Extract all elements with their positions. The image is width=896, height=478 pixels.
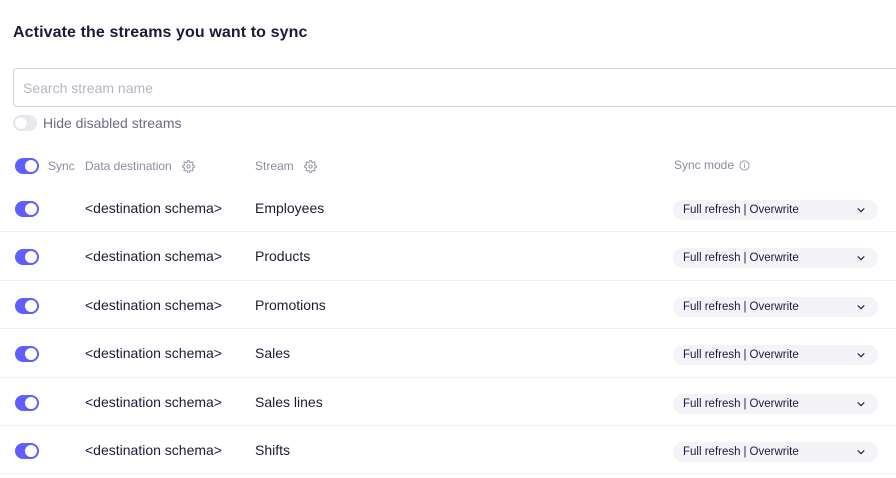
search-stream-input[interactable] — [13, 68, 896, 107]
gear-icon[interactable] — [303, 159, 317, 173]
sync-mode-primary: Full refresh — [683, 300, 741, 313]
stream-sync-toggle[interactable] — [15, 249, 39, 266]
stream-sync-toggle[interactable] — [15, 297, 39, 314]
streams-list: <destination schema> Employees Full refr… — [0, 184, 896, 475]
destination-column-header: Data destination — [85, 159, 195, 173]
stream-column-header: Stream — [255, 159, 317, 173]
sync-mode-value: Full refresh | Overwrite — [683, 252, 799, 264]
chevron-down-icon — [856, 399, 866, 409]
sync-mode-dropdown[interactable]: Full refresh | Overwrite — [673, 441, 878, 462]
stream-row: <destination schema> Products Full refre… — [0, 232, 896, 281]
sync-mode-value: Full refresh | Overwrite — [683, 446, 799, 458]
destination-schema: <destination schema> — [85, 393, 222, 410]
sync-mode-header-label: Sync mode — [674, 158, 735, 172]
sync-mode-separator: | — [743, 204, 747, 216]
destination-schema: <destination schema> — [85, 248, 222, 265]
sync-mode-secondary: Overwrite — [749, 300, 799, 313]
sync-mode-value: Full refresh | Overwrite — [683, 301, 799, 313]
sync-mode-primary: Full refresh — [683, 397, 741, 410]
stream-name: Shifts — [255, 441, 291, 458]
chevron-down-icon — [856, 253, 866, 263]
sync-mode-secondary: Overwrite — [749, 204, 799, 216]
sync-mode-dropdown[interactable]: Full refresh | Overwrite — [673, 345, 878, 366]
sync-mode-value: Full refresh | Overwrite — [683, 398, 799, 410]
toggle-knob — [25, 299, 37, 312]
destination-schema: <destination schema> — [85, 200, 222, 216]
chevron-down-icon — [856, 205, 866, 215]
toggle-knob — [25, 348, 37, 361]
sync-mode-value: Full refresh | Overwrite — [683, 204, 799, 216]
toggle-knob — [25, 160, 37, 172]
sync-mode-secondary: Overwrite — [749, 397, 799, 410]
stream-row: <destination schema> Promotions Full ref… — [0, 281, 896, 330]
stream-row: <destination schema> Sales lines Full re… — [0, 378, 896, 426]
stream-sync-toggle[interactable] — [15, 201, 39, 217]
sync-mode-separator: | — [743, 397, 747, 410]
toggle-knob — [25, 203, 37, 215]
sync-mode-separator: | — [743, 300, 747, 313]
toggle-knob — [25, 251, 37, 264]
stream-name: Promotions — [255, 296, 326, 313]
info-icon — [739, 159, 750, 171]
destination-schema: <destination schema> — [85, 345, 222, 362]
page-title: Activate the streams you want to sync — [13, 24, 308, 41]
stream-row: <destination schema> Shifts Full refresh… — [0, 426, 896, 475]
sync-mode-dropdown[interactable]: Full refresh | Overwrite — [673, 296, 878, 317]
sync-header-label: Sync — [48, 159, 75, 173]
sync-mode-column-header: Sync mode — [674, 158, 750, 172]
stream-name: Employees — [255, 200, 325, 216]
sync-all-toggle[interactable] — [15, 158, 39, 174]
sync-mode-primary: Full refresh — [683, 252, 741, 265]
gear-icon[interactable] — [181, 159, 195, 173]
sync-mode-value: Full refresh | Overwrite — [683, 349, 799, 361]
toggle-knob — [25, 444, 37, 457]
stream-row: <destination schema> Sales Full refresh |… — [0, 329, 896, 378]
stream-sync-toggle[interactable] — [15, 346, 39, 363]
stream-name: Sales — [255, 345, 291, 362]
toggle-knob — [15, 117, 27, 129]
sync-mode-separator: | — [743, 349, 747, 362]
streams-table-header: Sync Data destination Stream Sync mode — [0, 156, 896, 176]
destination-schema: <destination schema> — [85, 296, 222, 313]
sync-mode-primary: Full refresh — [683, 204, 741, 216]
stream-sync-toggle[interactable] — [15, 394, 39, 411]
stream-sync-page: Activate the streams you want to sync Hi… — [0, 0, 896, 478]
sync-mode-secondary: Overwrite — [749, 349, 799, 362]
sync-mode-secondary: Overwrite — [749, 252, 799, 265]
stream-header-label: Stream — [255, 159, 294, 173]
sync-mode-primary: Full refresh — [683, 349, 741, 362]
sync-mode-secondary: Overwrite — [749, 445, 799, 458]
chevron-down-icon — [856, 350, 866, 360]
toggle-knob — [25, 396, 37, 409]
destination-schema: <destination schema> — [85, 441, 222, 458]
chevron-down-icon — [856, 302, 866, 312]
stream-name: Sales lines — [255, 393, 323, 410]
sync-column-header: Sync — [48, 159, 75, 173]
stream-sync-toggle[interactable] — [15, 442, 39, 459]
hide-disabled-label: Hide disabled streams — [43, 115, 182, 131]
sync-mode-separator: | — [743, 445, 747, 458]
destination-header-label: Data destination — [85, 159, 172, 173]
stream-name: Products — [255, 248, 311, 265]
sync-mode-separator: | — [743, 252, 747, 265]
hide-disabled-toggle[interactable] — [13, 115, 37, 131]
chevron-down-icon — [856, 447, 866, 457]
sync-mode-dropdown[interactable]: Full refresh | Overwrite — [673, 393, 878, 414]
stream-row: <destination schema> Employees Full refr… — [0, 184, 896, 233]
sync-mode-dropdown[interactable]: Full refresh | Overwrite — [673, 200, 878, 220]
sync-mode-primary: Full refresh — [683, 445, 741, 458]
sync-mode-dropdown[interactable]: Full refresh | Overwrite — [673, 248, 878, 269]
hide-disabled-streams-row: Hide disabled streams — [13, 115, 182, 131]
